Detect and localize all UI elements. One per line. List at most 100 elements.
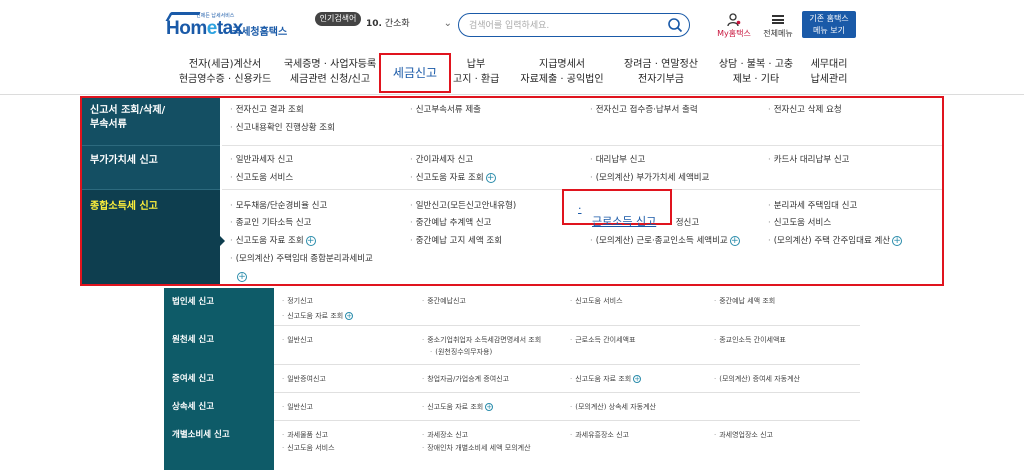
dropdown-head-line1: 신고서 조회/삭제/ (90, 105, 166, 116)
nav-item-e-invoice[interactable]: 전자(세금)계산서 현금영수증 · 신용카드 (174, 57, 276, 87)
search-input[interactable] (469, 18, 659, 33)
nav-line2: 현금영수증 · 신용카드 (178, 74, 272, 85)
menu-item[interactable]: 신고도움 자료 조회+ (410, 172, 496, 184)
nav-item-statements[interactable]: 지급명세서 자료제출 · 공익법인 (520, 57, 604, 87)
my-hometax-button[interactable]: My홈택스 (714, 13, 754, 41)
plus-icon[interactable]: + (305, 235, 316, 246)
plus-icon[interactable]: + (729, 235, 740, 246)
dropdown-head-return-lookup[interactable]: 신고서 조회/삭제/ 부속서류 (82, 98, 220, 145)
list-item[interactable]: 창업자금/가업승계 증여신고 (422, 374, 509, 384)
dropdown-head-line1: 종합소득세 신고 (90, 201, 158, 212)
list-item-label: 신고도움 자료 조회 (575, 375, 632, 383)
list-item[interactable]: 일반신고 (282, 335, 313, 345)
nav-item-incentives[interactable]: 장려금 · 연말정산 전자기부금 (618, 57, 704, 87)
nav-line1: 상담 · 불복 · 고충 (718, 59, 794, 70)
menu-item[interactable]: (모의계산) 부가가치세 세액비교 (590, 172, 710, 184)
menu-item[interactable]: 일반신고(모든신고안내유형) (410, 200, 516, 212)
plus-icon[interactable]: + (633, 375, 642, 383)
user-icon (727, 13, 741, 27)
popular-search-badge: 인기검색어 (315, 12, 361, 26)
lower-head-corporate[interactable]: 법인세 신고 (164, 288, 274, 326)
plus-icon[interactable]: + (485, 403, 494, 411)
tax-filing-dropdown: 신고서 조회/삭제/ 부속서류 전자신고 결과 조회 신고부속서류 제출 전자신… (80, 96, 944, 286)
search-icon[interactable] (667, 17, 683, 33)
list-item[interactable]: (모의계산) 증여세 자동계산 (714, 374, 800, 384)
list-item[interactable]: 신고도움 자료 조회+ (422, 402, 494, 412)
dropdown-head-income-tax[interactable]: 종합소득세 신고 (82, 190, 220, 284)
list-item[interactable]: 신고도움 서비스 (570, 296, 622, 306)
plus-icon[interactable]: + (485, 172, 496, 183)
menu-item[interactable]: 분리과세 주택임대 신고 (768, 200, 858, 212)
all-menu-button[interactable]: 전체메뉴 (758, 13, 798, 41)
list-item[interactable]: 장애인차 개별소비세 세액 모의계산 (422, 443, 530, 453)
popular-search-rank: 10. (366, 19, 382, 29)
lower-head-withholding[interactable]: 원천세 신고 (164, 326, 274, 365)
menu-item-partial[interactable]: 정신고 (670, 217, 699, 229)
nav-item-payment[interactable]: 납부 고지 · 환급 (453, 57, 499, 87)
dropdown-head-vat[interactable]: 부가가치세 신고 (82, 146, 220, 189)
list-item[interactable]: 신고도움 자료 조회+ (282, 311, 354, 321)
nav-divider (0, 94, 1024, 95)
menu-item[interactable]: (모의계산) 주택임대 종합분리과세비교 (230, 253, 373, 265)
nav-line2: 납세관리 (810, 74, 848, 85)
lower-head-gift[interactable]: 증여세 신고 (164, 365, 274, 393)
lower-head-inheritance[interactable]: 상속세 신고 (164, 393, 274, 421)
nav-item-tax-agent[interactable]: 세무대리 납세관리 (806, 57, 852, 87)
menu-item[interactable]: 일반과세자 신고 (230, 154, 293, 166)
list-item[interactable]: 과세장소 신고 (422, 430, 468, 440)
nav-line1: 세금신고 (392, 66, 438, 80)
nav-line1: 국세증명 · 사업자등록 (283, 59, 377, 70)
list-item[interactable]: (모의계산) 상속세 자동계산 (570, 402, 656, 412)
menu-item[interactable]: 신고도움 서비스 (230, 172, 293, 184)
nav-item-consulting[interactable]: 상담 · 불복 · 고충 제보 · 기타 (718, 57, 794, 87)
nav-line2: 전자기부금 (638, 74, 684, 85)
menu-item[interactable]: 신고도움 서비스 (768, 217, 831, 229)
list-item[interactable]: 중소기업취업자 소득세감면명세서 조회 (422, 335, 541, 345)
menu-item[interactable]: 전자신고 삭제 요청 (768, 104, 842, 116)
list-item[interactable]: 종교인소득 간이세액표 (714, 335, 786, 345)
list-item[interactable]: 일반신고 (282, 402, 313, 412)
list-item[interactable]: 일반증여신고 (282, 374, 326, 384)
menu-item[interactable]: 중간예납 추계액 신고 (410, 217, 492, 229)
plus-icon[interactable]: + (892, 235, 903, 246)
menu-item[interactable]: 종교인 기타소득 신고 (230, 217, 312, 229)
list-item[interactable]: 중간예납 세액 조회 (714, 296, 775, 306)
hometax-logo[interactable]: 언제든 납세서비스 Hometax 국세청홈택스 (165, 12, 287, 42)
nav-item-certificates[interactable]: 국세증명 · 사업자등록 세금관련 신청/신고 (282, 57, 378, 87)
list-item[interactable]: 정기신고 (282, 296, 313, 306)
plus-icon[interactable]: + (237, 271, 247, 282)
popular-search-term: 간소화 (384, 19, 410, 29)
nav-line2: 제보 · 기타 (732, 74, 780, 85)
menu-item[interactable]: 전자신고 접수증·납부서 출력 (590, 104, 698, 116)
classic-menu-button[interactable]: 기존 홈택스 메뉴 보기 (802, 11, 856, 38)
menu-item[interactable]: 신고부속서류 제출 (410, 104, 481, 116)
menu-item[interactable]: 간이과세자 신고 (410, 154, 473, 166)
menu-item[interactable]: 대리납부 신고 (590, 154, 646, 166)
list-item[interactable]: 과세물품 신고 (282, 430, 328, 440)
earned-income-filing-link[interactable]: · 근로소득 신고 (562, 189, 672, 228)
menu-item[interactable]: 신고도움 자료 조회+ (230, 235, 316, 247)
menu-item-label: 신고도움 자료 조회 (415, 173, 484, 183)
menu-item-more[interactable]: + (235, 266, 247, 285)
list-item[interactable]: 신고도움 자료 조회+ (570, 374, 642, 384)
list-item[interactable]: 중간예납신고 (422, 296, 466, 306)
menu-item[interactable]: 신고내용확인 진행상황 조회 (230, 122, 335, 134)
nav-line1: 전자(세금)계산서 (188, 59, 262, 70)
list-item[interactable]: 과세유흥장소 신고 (570, 430, 629, 440)
menu-item[interactable]: 전자신고 결과 조회 (230, 104, 304, 116)
nav-item-tax-filing[interactable]: 세금신고 (379, 53, 451, 93)
menu-item[interactable]: 중간예납 고지 세액 조회 (410, 235, 502, 247)
menu-item[interactable]: 모두채움/단순경비율 신고 (230, 200, 328, 212)
plus-icon[interactable]: + (345, 312, 354, 320)
lower-items-corporate: 정기신고 중간예납신고 신고도움 서비스 중간예납 세액 조회 신고도움 자료 … (274, 288, 860, 326)
nav-line2: 고지 · 환급 (453, 74, 500, 85)
list-item[interactable]: 과세영업장소 신고 (714, 430, 773, 440)
menu-item[interactable]: (모의계산) 주택 간주임대료 계산+ (768, 235, 903, 247)
lower-head-excise[interactable]: 개별소비세 신고 (164, 421, 274, 470)
popular-search-select[interactable]: 10. 간소화 ⌄ (360, 14, 456, 34)
page: 언제든 납세서비스 Hometax 국세청홈택스 인기검색어 10. 간소화 ⌄… (0, 0, 1024, 470)
menu-item[interactable]: (모의계산) 근로·종교인소득 세액비교+ (590, 235, 740, 247)
menu-item[interactable]: 카드사 대리납부 신고 (768, 154, 850, 166)
list-item[interactable]: 근로소득 간이세액표 (570, 335, 635, 345)
list-item[interactable]: 신고도움 서비스 (282, 443, 334, 453)
